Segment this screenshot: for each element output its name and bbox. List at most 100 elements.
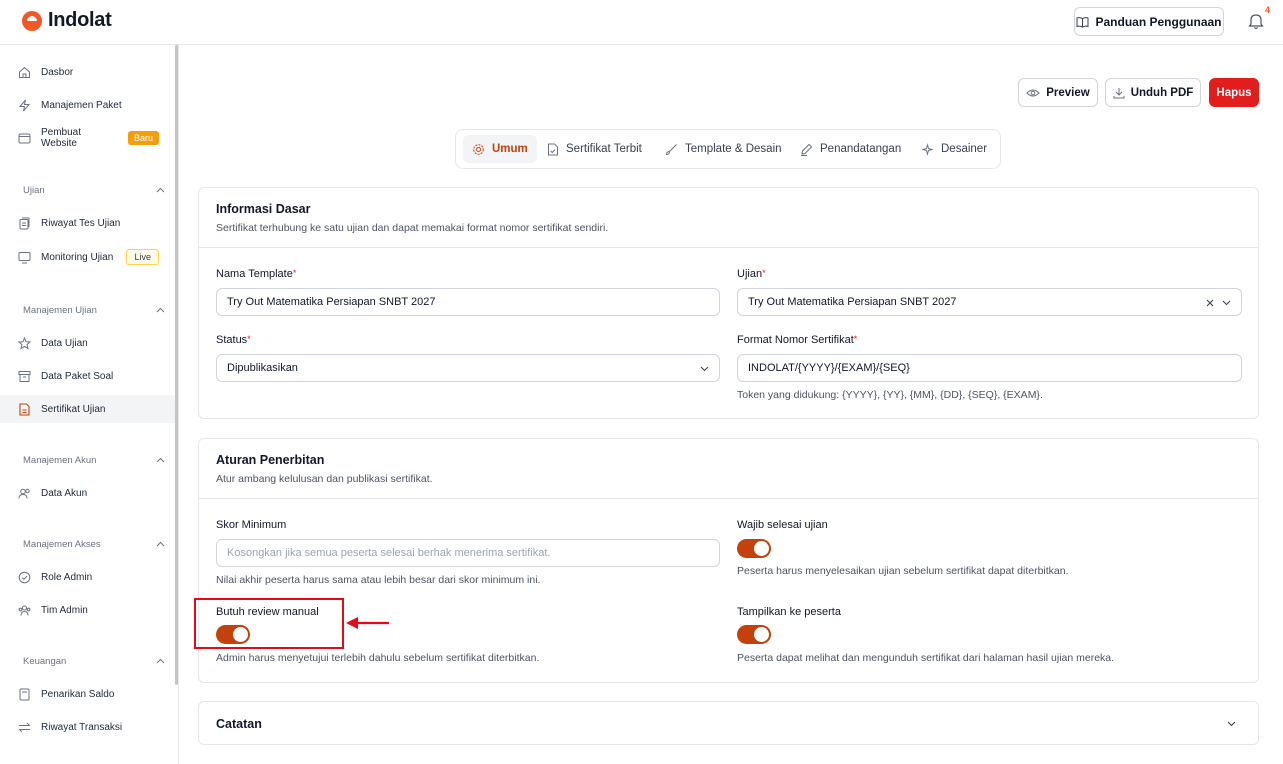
sidebar-item-tim-admin[interactable]: Tim Admin: [0, 596, 175, 624]
delete-button[interactable]: Hapus: [1209, 78, 1259, 107]
home-icon: [18, 66, 31, 79]
browser-icon: [18, 132, 31, 145]
pen-icon: [801, 143, 813, 156]
gear-icon: [473, 143, 484, 155]
required-mark: *: [292, 268, 297, 278]
sidebar-item-label: Data Paket Soal: [41, 370, 114, 382]
sidebar-item-label: Penarikan Saldo: [41, 688, 115, 700]
sidebar-item-monitoring-ujian[interactable]: Monitoring Ujian Live: [0, 243, 175, 271]
chevron-up-icon: [156, 457, 165, 463]
download-label: Unduh PDF: [1130, 86, 1194, 99]
history-icon: [18, 217, 31, 230]
format-help: Token yang didukung: {YYYY}, {YY}, {MM},…: [737, 389, 1043, 401]
monitor-icon: [18, 251, 31, 264]
chevron-down-icon: [1227, 721, 1236, 727]
card-subtitle: Atur ambang kelulusan dan publikasi sert…: [216, 473, 433, 485]
show-to-participant-label: Tampilkan ke peserta: [737, 606, 841, 618]
preview-button[interactable]: Preview: [1018, 78, 1098, 107]
template-name-input[interactable]: Try Out Matematika Persiapan SNBT 2027: [216, 288, 720, 316]
tab-sertifikat-terbit[interactable]: Sertifikat Terbit: [538, 135, 651, 163]
input-value: INDOLAT/{YYYY}/{EXAM}/{SEQ}: [748, 362, 910, 374]
new-badge: Baru: [127, 131, 159, 145]
sidebar-item-manajemen-paket[interactable]: Manajemen Paket: [0, 91, 175, 119]
bell-icon[interactable]: [1248, 12, 1264, 30]
input-value: Try Out Matematika Persiapan SNBT 2027: [227, 296, 436, 308]
status-label: Status*: [216, 334, 251, 346]
sparkle-icon: [921, 142, 934, 156]
users-icon: [18, 487, 31, 500]
required-mark: *: [853, 334, 858, 344]
card-header: Aturan Penerbitan Atur ambang kelulusan …: [199, 439, 1258, 499]
sidebar-section-manajemen-akses[interactable]: Manajemen Akses: [0, 534, 175, 554]
required-mark: *: [247, 334, 251, 344]
tab-label: Sertifikat Terbit: [566, 143, 642, 155]
exam-select[interactable]: Try Out Matematika Persiapan SNBT 2027: [737, 288, 1242, 316]
format-label: Format Nomor Sertifikat*: [737, 334, 857, 346]
sidebar-item-riwayat-transaksi[interactable]: Riwayat Transaksi: [0, 713, 175, 741]
tab-label: Penandatangan: [820, 143, 902, 155]
sidebar-section-keuangan[interactable]: Keuangan: [0, 651, 175, 671]
label-text: Nama Template: [216, 268, 293, 280]
sidebar-item-data-akun[interactable]: Data Akun: [0, 479, 175, 507]
logo-icon: [22, 10, 42, 31]
sidebar-section-manajemen-akun[interactable]: Manajemen Akun: [0, 450, 175, 470]
chevron-down-icon[interactable]: [1222, 300, 1231, 306]
section-label: Ujian: [23, 184, 45, 196]
sidebar-item-label: Role Admin: [41, 571, 93, 583]
clear-icon[interactable]: [1206, 299, 1214, 307]
book-icon: [1076, 16, 1089, 28]
sidebar-item-pembuat-website[interactable]: Pembuat Website Baru: [0, 124, 175, 152]
min-score-label: Skor Minimum: [216, 519, 287, 531]
input-placeholder: Kosongkan jika semua peserta selesai ber…: [227, 547, 551, 559]
sidebar-item-label: Data Ujian: [41, 337, 88, 349]
sidebar-item-data-paket-soal[interactable]: Data Paket Soal: [0, 362, 175, 390]
label-text: Status: [216, 334, 248, 346]
sidebar-item-label: Sertifikat Ujian: [41, 403, 106, 415]
app-logo[interactable]: Indolat: [22, 9, 112, 32]
min-score-input[interactable]: Kosongkan jika semua peserta selesai ber…: [216, 539, 720, 567]
sidebar-item-role-admin[interactable]: Role Admin: [0, 563, 175, 591]
section-label: Keuangan: [23, 655, 67, 667]
card-subtitle: Sertifikat terhubung ke satu ujian dan d…: [216, 222, 609, 234]
chevron-up-icon: [156, 187, 165, 193]
highlight-box: [194, 598, 344, 649]
status-select[interactable]: Dipublikasikan: [216, 354, 720, 382]
notification-count: 4: [1265, 5, 1271, 15]
download-pdf-button[interactable]: Unduh PDF: [1105, 78, 1201, 107]
tab-penandatangan[interactable]: Penandatangan: [791, 135, 910, 163]
guide-label: Panduan Penggunaan: [1095, 14, 1222, 29]
manual-review-help: Admin harus menyetujui terlebih dahulu s…: [216, 652, 540, 664]
sidebar-item-riwayat-tes-ujian[interactable]: Riwayat Tes Ujian: [0, 209, 175, 237]
tab-umum[interactable]: Umum: [463, 135, 537, 163]
notes-card[interactable]: Catatan: [198, 701, 1259, 745]
preview-label: Preview: [1046, 86, 1090, 99]
exam-label: Ujian*: [737, 268, 766, 280]
wallet-icon: [18, 688, 31, 701]
settings-tabs: Umum Sertifikat Terbit Template & Desain…: [455, 129, 1001, 169]
section-label: Manajemen Akses: [23, 538, 101, 550]
must-finish-help: Peserta harus menyelesaikan ujian sebelu…: [737, 565, 1069, 577]
sidebar-section-ujian[interactable]: Ujian: [0, 180, 175, 200]
show-to-participant-toggle[interactable]: [737, 625, 771, 644]
card-header: Informasi Dasar Sertifikat terhubung ke …: [199, 188, 1258, 248]
tab-desainer[interactable]: Desainer: [912, 135, 996, 163]
tab-template-desain[interactable]: Template & Desain: [656, 135, 791, 163]
sidebar-item-label: Pembuat Website: [41, 127, 82, 149]
template-name-label: Nama Template*: [216, 268, 296, 280]
sidebar-section-manajemen-ujian[interactable]: Manajemen Ujian: [0, 300, 175, 320]
top-bar: Indolat Panduan Penggunaan 4: [0, 0, 1283, 45]
sidebar-item-data-ujian[interactable]: Data Ujian: [0, 329, 175, 357]
download-icon: [1113, 87, 1125, 98]
sidebar-item-sertifikat-ujian[interactable]: Sertifikat Ujian: [0, 395, 175, 423]
min-score-help: Nilai akhir peserta harus sama atau lebi…: [216, 574, 541, 586]
select-value: Try Out Matematika Persiapan SNBT 2027: [748, 296, 957, 308]
format-input[interactable]: INDOLAT/{YYYY}/{EXAM}/{SEQ}: [737, 354, 1242, 382]
brush-icon: [665, 143, 677, 155]
guide-button[interactable]: Panduan Penggunaan: [1074, 7, 1224, 36]
tab-label: Umum: [492, 143, 528, 155]
zap-icon: [18, 99, 31, 112]
sidebar-item-dasbor[interactable]: Dasbor: [0, 58, 175, 86]
must-finish-toggle[interactable]: [737, 539, 771, 558]
sidebar-item-penarikan-saldo[interactable]: Penarikan Saldo: [0, 680, 175, 708]
sidebar-scrollbar[interactable]: [175, 45, 178, 685]
